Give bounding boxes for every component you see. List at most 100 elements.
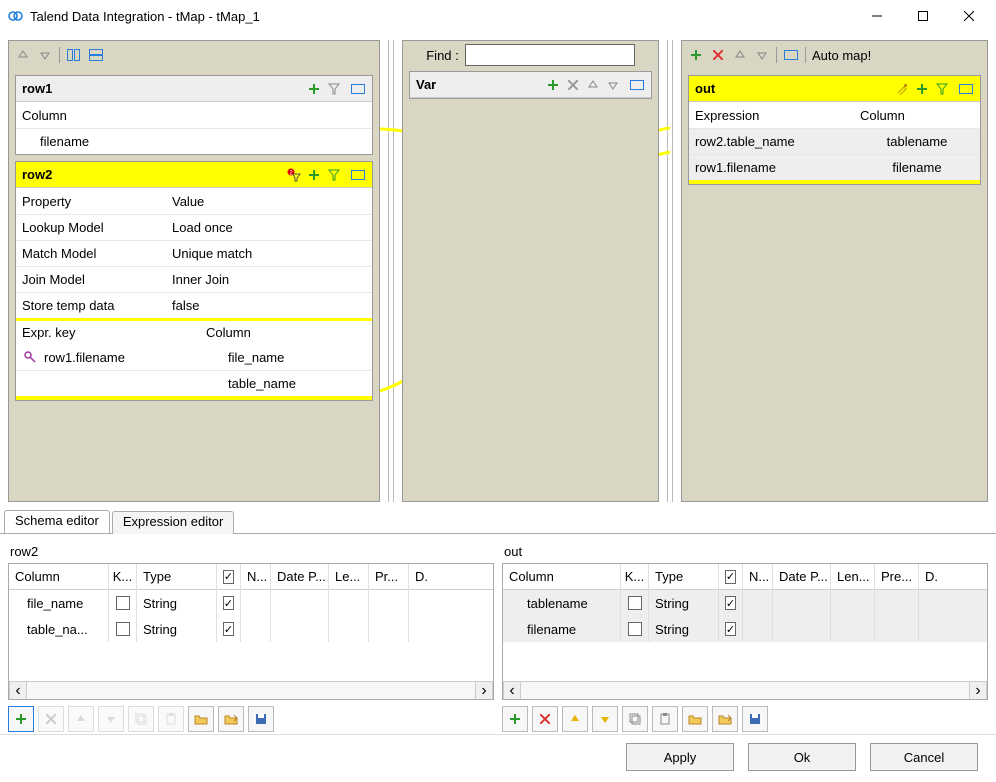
hdr-date-pattern[interactable]: Date P...	[773, 564, 831, 590]
filter-accept-icon[interactable]	[326, 167, 342, 183]
schema-key-checkbox[interactable]	[621, 616, 649, 642]
row2-prop-value[interactable]: Unique match	[166, 246, 372, 261]
hdr-column[interactable]: Column	[9, 564, 109, 590]
schema-right-scrollbar[interactable]: ‹ ›	[503, 681, 987, 699]
row2-expr-value[interactable]: row1.filename	[44, 350, 125, 365]
schema-col-name[interactable]: file_name	[9, 590, 109, 616]
find-input[interactable]	[465, 44, 635, 66]
schema-nullable-checkbox[interactable]: ✓	[217, 590, 241, 616]
move-down-button[interactable]	[98, 706, 124, 732]
filter-accept-icon[interactable]	[934, 81, 950, 97]
move-up-icon[interactable]	[732, 47, 748, 63]
hdr-nullable[interactable]: N...	[743, 564, 773, 590]
schema-type-value[interactable]: String	[137, 590, 217, 616]
hdr-nullable-check[interactable]: ✓	[217, 564, 241, 590]
add-icon[interactable]	[545, 77, 561, 93]
schema-type-value[interactable]: String	[137, 616, 217, 642]
hdr-nullable-check[interactable]: ✓	[719, 564, 743, 590]
add-row-button[interactable]	[8, 706, 34, 732]
export-button[interactable]	[712, 706, 738, 732]
hdr-date-pattern[interactable]: Date P...	[271, 564, 329, 590]
paste-button[interactable]	[652, 706, 678, 732]
hdr-type[interactable]: Type	[649, 564, 719, 590]
schema-col-name[interactable]: table_na...	[9, 616, 109, 642]
schema-nullable-checkbox[interactable]: ✓	[217, 616, 241, 642]
out-col-value[interactable]: tablename	[854, 134, 980, 149]
maximize-panel-icon[interactable]	[629, 77, 645, 93]
row2-col-value[interactable]: file_name	[200, 350, 372, 365]
hdr-length[interactable]: Le...	[329, 564, 369, 590]
minimize-button[interactable]	[854, 0, 900, 32]
add-output-icon[interactable]	[688, 47, 704, 63]
row2-prop-value[interactable]: Inner Join	[166, 272, 372, 287]
export-button[interactable]	[218, 706, 244, 732]
scroll-left-icon[interactable]: ‹	[503, 682, 521, 699]
splitter-right[interactable]	[667, 40, 673, 502]
alert-filter-icon[interactable]: 2	[286, 167, 302, 183]
move-down-icon[interactable]	[754, 47, 770, 63]
import-button[interactable]	[682, 706, 708, 732]
out-col-value[interactable]: filename	[854, 160, 980, 175]
schema-col-name[interactable]: filename	[503, 616, 621, 642]
move-up-icon[interactable]	[585, 77, 601, 93]
move-up-button[interactable]	[562, 706, 588, 732]
schema-key-checkbox[interactable]	[109, 616, 137, 642]
settings-icon[interactable]	[894, 81, 910, 97]
move-down-icon[interactable]	[605, 77, 621, 93]
close-button[interactable]	[946, 0, 992, 32]
hdr-default[interactable]: D.	[409, 564, 439, 590]
var-header[interactable]: Var	[410, 72, 651, 98]
schema-nullable-checkbox[interactable]: ✓	[719, 616, 743, 642]
row1-header[interactable]: row1	[16, 76, 372, 102]
remove-output-icon[interactable]	[710, 47, 726, 63]
out-expr-value[interactable]: row1.filename	[689, 160, 854, 175]
row2-col-value[interactable]: table_name	[200, 376, 372, 391]
move-down-icon[interactable]	[37, 47, 53, 63]
add-icon[interactable]	[306, 167, 322, 183]
add-icon[interactable]	[914, 81, 930, 97]
scroll-left-icon[interactable]: ‹	[9, 682, 27, 699]
hdr-length[interactable]: Len...	[831, 564, 875, 590]
hdr-precision[interactable]: Pre...	[875, 564, 919, 590]
splitter-left[interactable]	[388, 40, 394, 502]
out-header[interactable]: out	[689, 76, 980, 102]
tab-expression-editor[interactable]: Expression editor	[112, 511, 234, 534]
apply-button[interactable]: Apply	[626, 743, 734, 771]
copy-button[interactable]	[622, 706, 648, 732]
remove-icon[interactable]	[565, 77, 581, 93]
maximize-panel-icon[interactable]	[350, 81, 366, 97]
schema-key-checkbox[interactable]	[109, 590, 137, 616]
layout-icon[interactable]	[783, 47, 799, 63]
row2-prop-value[interactable]: false	[166, 298, 372, 313]
hdr-precision[interactable]: Pr...	[369, 564, 409, 590]
ok-button[interactable]: Ok	[748, 743, 856, 771]
move-down-button[interactable]	[592, 706, 618, 732]
maximize-panel-icon[interactable]	[958, 81, 974, 97]
row2-prop-value[interactable]: Load once	[166, 220, 372, 235]
scroll-right-icon[interactable]: ›	[475, 682, 493, 699]
move-up-icon[interactable]	[15, 47, 31, 63]
hdr-key[interactable]: K...	[109, 564, 137, 590]
paste-button[interactable]	[158, 706, 184, 732]
maximize-panel-icon[interactable]	[350, 167, 366, 183]
delete-row-button[interactable]	[532, 706, 558, 732]
schema-type-value[interactable]: String	[649, 590, 719, 616]
delete-row-button[interactable]	[38, 706, 64, 732]
tab-schema-editor[interactable]: Schema editor	[4, 510, 110, 533]
add-icon[interactable]	[306, 81, 322, 97]
move-up-button[interactable]	[68, 706, 94, 732]
cancel-button[interactable]: Cancel	[870, 743, 978, 771]
import-button[interactable]	[188, 706, 214, 732]
schema-key-checkbox[interactable]	[621, 590, 649, 616]
row2-header[interactable]: row2 2	[16, 162, 372, 188]
hdr-column[interactable]: Column	[503, 564, 621, 590]
filter-icon[interactable]	[326, 81, 342, 97]
hdr-type[interactable]: Type	[137, 564, 217, 590]
schema-left-scrollbar[interactable]: ‹ ›	[9, 681, 493, 699]
schema-nullable-checkbox[interactable]: ✓	[719, 590, 743, 616]
layout-icon-2[interactable]	[88, 47, 104, 63]
add-row-button[interactable]	[502, 706, 528, 732]
schema-col-name[interactable]: tablename	[503, 590, 621, 616]
out-expr-value[interactable]: row2.table_name	[689, 134, 854, 149]
save-button[interactable]	[248, 706, 274, 732]
